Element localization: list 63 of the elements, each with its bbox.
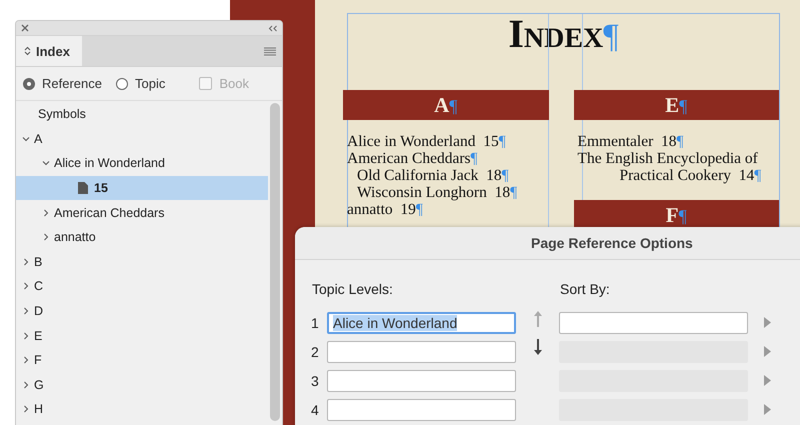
index-entry: annatto 19¶	[347, 201, 424, 218]
radio-button[interactable]	[116, 78, 128, 90]
topic-level-field[interactable]: Alice in Wonderland	[327, 312, 516, 334]
radio-label: Topic	[134, 76, 166, 91]
index-title: Index¶	[508, 11, 619, 56]
collapse-icon[interactable]	[268, 24, 278, 32]
index-subentry: Old California Jack 18¶	[356, 167, 510, 184]
close-icon[interactable]	[21, 24, 29, 32]
chevron-icon	[22, 258, 30, 266]
chevron-icon	[22, 332, 30, 340]
radio-button[interactable]	[23, 78, 35, 90]
chevron-icon	[42, 159, 50, 168]
radio-label: Reference	[42, 76, 102, 91]
panel-tab[interactable]: Index	[16, 36, 82, 66]
sort-by-field[interactable]	[559, 312, 748, 334]
tree-item[interactable]: A	[16, 126, 268, 152]
level-number: 4	[311, 402, 320, 418]
tree-item[interactable]: H	[16, 397, 268, 422]
level-number: 2	[311, 344, 320, 360]
index-entry: American Cheddars¶	[347, 150, 479, 167]
chevron-icon	[42, 233, 50, 242]
tree-item[interactable]: Alice in Wonderland	[16, 151, 268, 176]
index-subentry: Wisconsin Longhorn 18¶	[356, 184, 518, 201]
dialog-title: Page Reference Options	[531, 235, 693, 251]
sort-by-label: Sort By:	[560, 280, 611, 299]
tree-item[interactable]: American Cheddars	[16, 200, 268, 225]
updown-icon	[24, 46, 31, 56]
triangle-icon[interactable]	[764, 375, 771, 386]
letter-heading: E¶	[574, 90, 779, 120]
level-number: 1	[311, 314, 320, 330]
chevron-icon	[22, 405, 30, 414]
menu-icon[interactable]	[264, 46, 276, 56]
topic-level-field[interactable]	[327, 398, 516, 420]
tree-item[interactable]: C	[16, 274, 268, 299]
chevron-icon	[42, 208, 50, 217]
chevron-icon	[22, 134, 30, 143]
chevron-icon	[22, 282, 30, 290]
topic-level-field[interactable]	[327, 340, 516, 362]
topic-level-field[interactable]	[327, 370, 516, 392]
move-down-icon[interactable]	[533, 338, 543, 356]
chevron-icon	[22, 307, 30, 316]
index-entry: Emmentaler 18¶	[578, 133, 685, 150]
tree-item[interactable]: 15	[16, 176, 268, 200]
chevron-icon	[22, 380, 30, 389]
tree-item[interactable]: D	[16, 298, 268, 324]
tree-item[interactable]: B	[16, 250, 268, 274]
tree-item[interactable]: E	[16, 323, 268, 348]
topic-levels-label: Topic Levels:	[312, 280, 394, 299]
page-icon	[78, 182, 88, 194]
letter-heading: A¶	[343, 90, 548, 120]
tree-item[interactable]: F	[16, 348, 268, 373]
tree-item[interactable]: annatto	[16, 224, 268, 250]
triangle-icon[interactable]	[764, 346, 771, 357]
level-number: 3	[311, 372, 320, 388]
tree-item[interactable]: Symbols	[16, 102, 268, 127]
letter-heading: F¶	[574, 200, 779, 230]
index-entry: Alice in Wonderland 15¶	[347, 133, 507, 150]
scrollbar-thumb[interactable]	[270, 103, 280, 421]
triangle-icon[interactable]	[764, 317, 771, 328]
index-entry: The English Encyclopedia of Practical Cookery 14¶	[578, 150, 762, 184]
chevron-icon	[22, 356, 30, 364]
triangle-icon[interactable]	[764, 404, 771, 415]
tree-item[interactable]: G	[16, 372, 268, 398]
